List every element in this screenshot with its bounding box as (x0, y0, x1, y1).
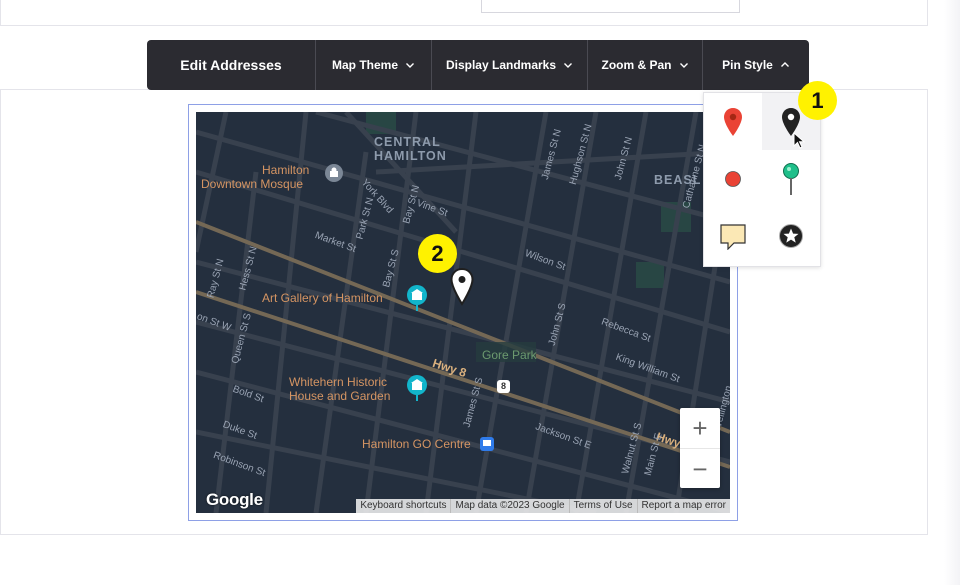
chevron-up-icon (780, 62, 789, 67)
pin-style-dropdown[interactable]: Pin Style (703, 40, 809, 90)
poi-label: Hamilton GO Centre (362, 437, 471, 451)
poi-label: Whitehern Historic (289, 375, 388, 389)
poi-label: Downtown Mosque (201, 177, 304, 191)
address-marker-icon[interactable] (450, 268, 474, 306)
district-label: HAMILTON (374, 149, 447, 163)
zoom-control: + − (680, 408, 720, 488)
poi-label: Art Gallery of Hamilton (262, 291, 383, 305)
mouse-cursor-icon (793, 132, 805, 149)
chevron-down-icon (406, 63, 414, 68)
page: Edit Addresses Map Theme Display Landmar… (0, 0, 960, 585)
map-theme-dropdown[interactable]: Map Theme (316, 40, 432, 90)
park-label: Gore Park (482, 348, 537, 362)
zoom-pan-label: Zoom & Pan (601, 58, 672, 72)
display-landmarks-label: Display Landmarks (445, 58, 557, 72)
pin-style-label: Pin Style (722, 58, 773, 72)
zoom-out-button[interactable]: − (680, 448, 720, 488)
map-theme-label: Map Theme (331, 58, 398, 72)
top-field[interactable] (481, 0, 740, 13)
top-card (0, 0, 928, 26)
green-pushpin-icon (783, 162, 799, 195)
pin-option-red-dot[interactable] (704, 150, 762, 207)
pin-style-menu (703, 92, 821, 267)
district-label: CENTRAL (374, 135, 441, 149)
callout-badge: 2 (418, 234, 457, 273)
map-data-text: Map data ©2023 Google (450, 499, 568, 513)
red-marker-icon (724, 107, 742, 136)
map-attribution: Keyboard shortcuts Map data ©2023 Google… (356, 499, 730, 513)
google-logo[interactable]: Google (206, 490, 263, 510)
terms-of-use-link[interactable]: Terms of Use (568, 499, 637, 513)
zoom-pan-dropdown[interactable]: Zoom & Pan (588, 40, 703, 90)
train-station-icon[interactable] (479, 436, 495, 452)
zoom-in-button[interactable]: + (680, 408, 720, 448)
map-view[interactable]: CENTRAL HAMILTON BEASL Hamilton Downtown… (196, 112, 730, 513)
page-edge (944, 0, 960, 585)
mosque-icon[interactable] (323, 162, 345, 184)
pin-option-note[interactable] (704, 207, 762, 264)
map-toolbar: Edit Addresses Map Theme Display Landmar… (147, 40, 809, 90)
chevron-down-icon (564, 63, 573, 68)
museum-icon[interactable] (405, 284, 429, 312)
display-landmarks-dropdown[interactable]: Display Landmarks (432, 40, 588, 90)
museum-icon[interactable] (405, 374, 429, 402)
poi-label: House and Garden (289, 389, 391, 403)
pin-option-green-pushpin[interactable] (762, 150, 820, 207)
pin-option-red-marker[interactable] (704, 93, 762, 150)
keyboard-shortcuts-link[interactable]: Keyboard shortcuts (356, 499, 450, 513)
route-shield: 8 (497, 380, 510, 393)
star-circle-icon (779, 223, 803, 248)
red-dot-icon (725, 170, 741, 187)
report-map-error-link[interactable]: Report a map error (636, 499, 730, 513)
poi-label: Hamilton (262, 163, 310, 177)
edit-addresses-button[interactable]: Edit Addresses (147, 40, 316, 90)
callout-badge: 1 (798, 81, 837, 120)
minus-icon: − (692, 453, 708, 484)
note-icon (720, 223, 746, 250)
pin-option-star-circle[interactable] (762, 207, 820, 264)
plus-icon: + (692, 413, 708, 443)
chevron-down-icon (679, 63, 688, 68)
